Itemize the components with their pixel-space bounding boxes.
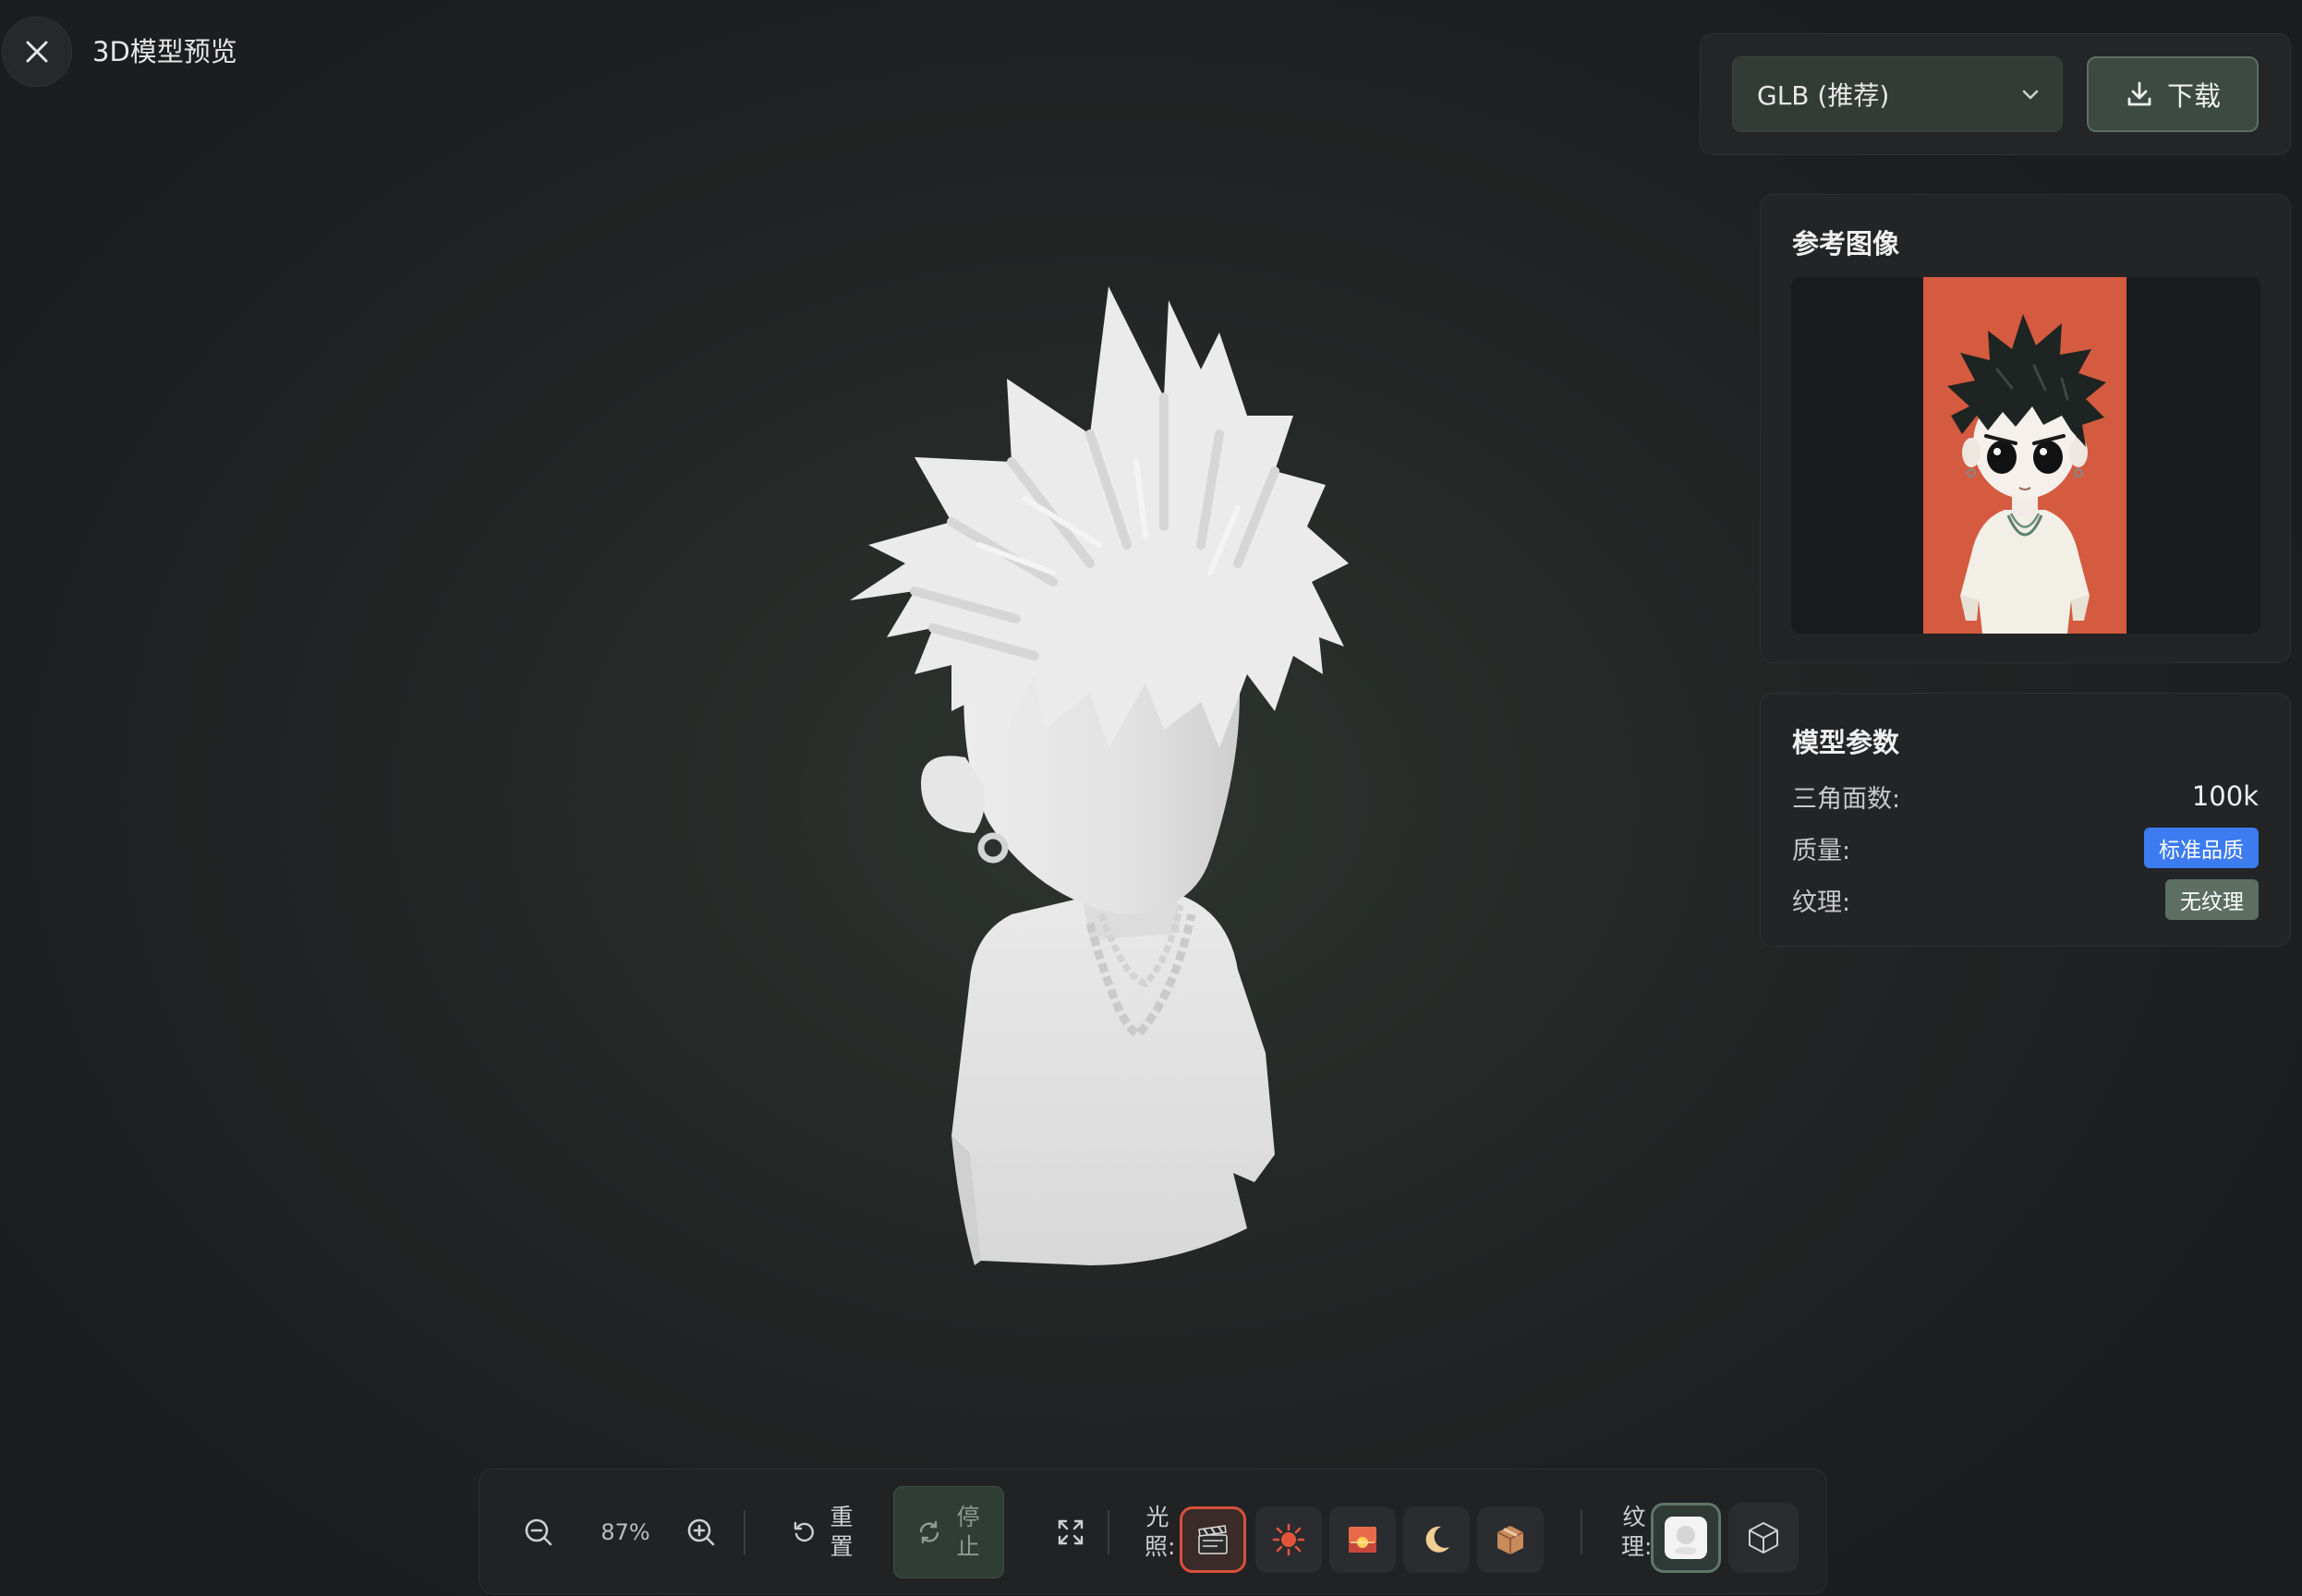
reset-label: 重置 (830, 1504, 854, 1560)
texture-label: 纹理: (1621, 1504, 1653, 1560)
zoom-in-button[interactable] (673, 1505, 729, 1560)
lighting-option-sun[interactable] (1255, 1506, 1322, 1573)
zoom-out-button[interactable] (511, 1505, 566, 1560)
chevron-down-icon (2022, 90, 2039, 100)
reference-image (1923, 277, 2126, 634)
param-label: 质量: (1792, 836, 1851, 865)
sphere-icon (1665, 1517, 1707, 1559)
download-button-label: 下载 (2166, 80, 2221, 112)
close-icon (26, 41, 48, 63)
quality-badge: 标准品质 (2144, 828, 2259, 868)
reference-image-card: 参考图像 (1760, 194, 2291, 663)
texture-option-wireframe[interactable] (1728, 1503, 1799, 1573)
lighting-option-box[interactable] (1477, 1506, 1544, 1573)
zoom-in-icon (687, 1518, 715, 1546)
reset-button[interactable]: 重置 (777, 1495, 869, 1569)
lighting-option-sunset[interactable] (1329, 1506, 1396, 1573)
refresh-icon (919, 1520, 939, 1544)
format-select-value: GLB (推荐) (1757, 80, 1890, 111)
clapperboard-icon (1198, 1525, 1228, 1554)
fullscreen-button[interactable] (1043, 1505, 1098, 1560)
box-icon (1496, 1526, 1524, 1554)
param-row-triangles: 三角面数: 100k (1792, 777, 2259, 816)
close-button[interactable] (2, 17, 72, 87)
expand-icon (1058, 1519, 1084, 1545)
texture-badge: 无纹理 (2165, 879, 2259, 920)
lighting-option-night[interactable] (1403, 1506, 1470, 1573)
toolbar-divider (1108, 1510, 1109, 1554)
toolbar-divider (1581, 1510, 1582, 1554)
download-icon (2127, 81, 2151, 106)
model-viewport[interactable] (813, 268, 1460, 1284)
cube-wireframe-icon (1749, 1522, 1778, 1554)
sunset-icon (1349, 1527, 1376, 1553)
download-panel: GLB (推荐) 下载 (1700, 33, 2291, 155)
params-card-title: 模型参数 (1792, 727, 1900, 758)
toolbar-divider (744, 1510, 745, 1554)
page-title: 3D模型预览 (92, 36, 237, 67)
zoom-level: 87% (600, 1519, 650, 1545)
param-label: 三角面数: (1792, 784, 1901, 814)
param-label: 纹理: (1792, 888, 1851, 917)
stop-rotation-button[interactable]: 停止 (893, 1486, 1004, 1578)
model-params-card: 模型参数 三角面数: 100k 质量: 标准品质 纹理: 无纹理 (1760, 693, 2291, 947)
param-row-texture: 纹理: 无纹理 (1792, 879, 2259, 920)
stop-label: 停止 (956, 1504, 980, 1560)
zoom-out-icon (525, 1518, 552, 1546)
lighting-label: 光照: (1145, 1504, 1176, 1560)
param-value-triangles: 100k (2191, 780, 2259, 812)
sun-icon (1272, 1523, 1305, 1556)
reference-image-frame (1791, 277, 2260, 634)
texture-option-solid[interactable] (1651, 1503, 1721, 1573)
bottom-toolbar: 87% 重置 停止 光照: 纹理: (479, 1469, 1827, 1594)
download-button[interactable]: 下载 (2087, 56, 2259, 132)
format-select[interactable]: GLB (推荐) (1732, 56, 2063, 132)
reset-icon (794, 1521, 814, 1542)
moon-icon (1425, 1526, 1449, 1553)
param-row-quality: 质量: 标准品质 (1792, 828, 2259, 868)
reference-card-title: 参考图像 (1792, 228, 1900, 260)
lighting-option-studio[interactable] (1180, 1506, 1246, 1573)
